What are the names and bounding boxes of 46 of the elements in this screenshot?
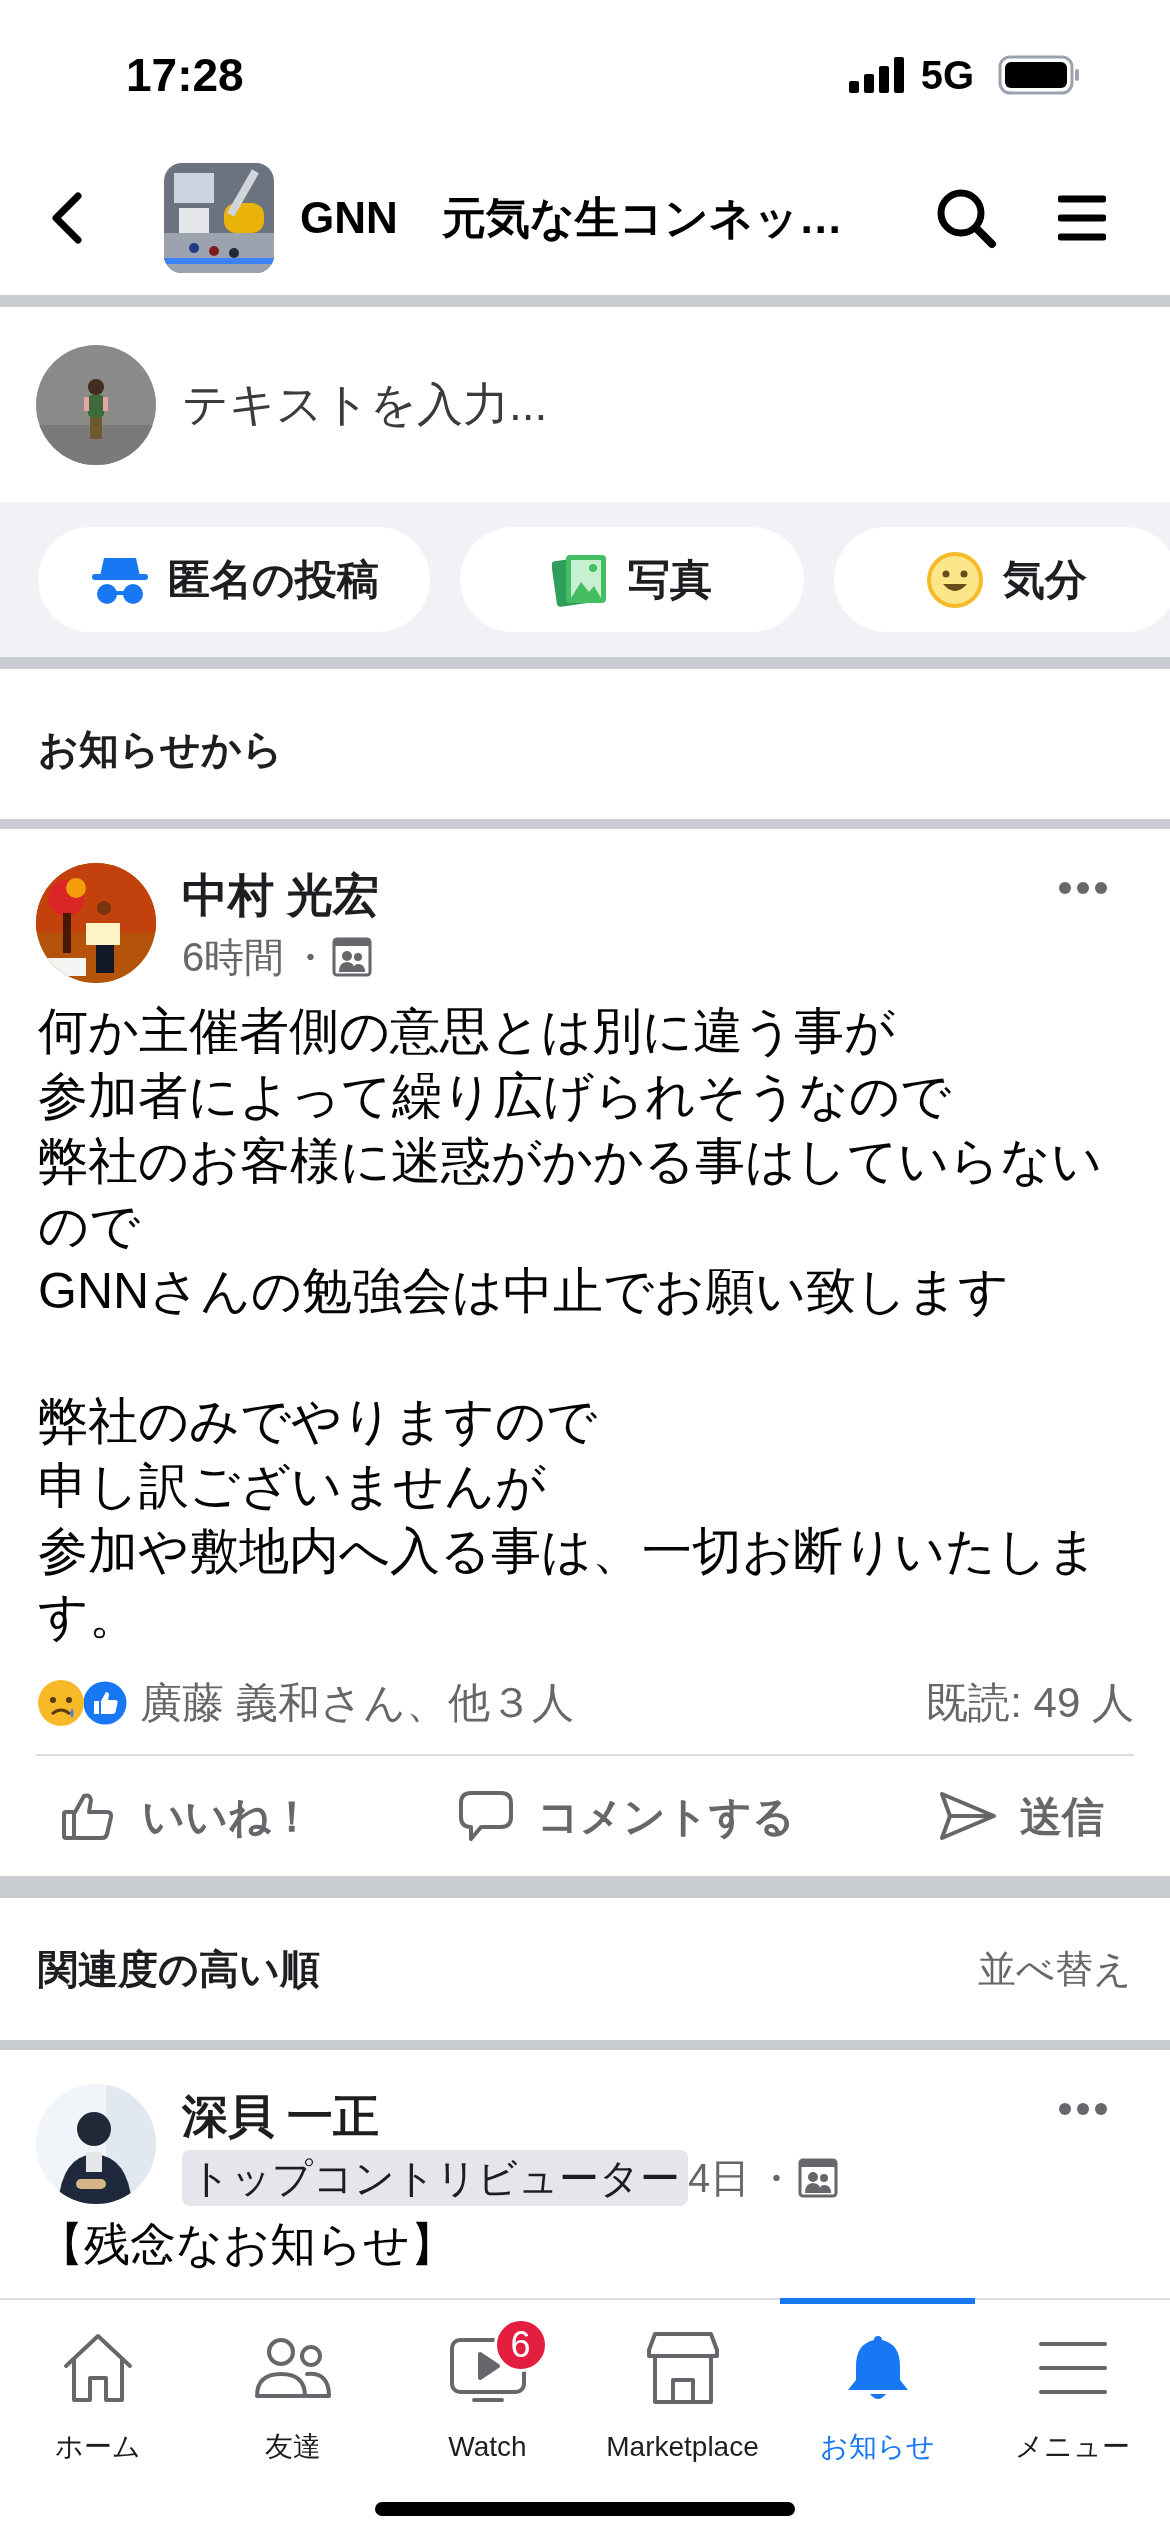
post-text: 【残念なお知らせ】: [37, 2217, 457, 2272]
post-text-line: 何か主催者側の意思とは別に違う事が: [38, 1002, 896, 1061]
network-label: 5G: [920, 52, 974, 99]
photo-button[interactable]: 写真: [460, 527, 804, 632]
post-text-line: 申し訳ございませんが: [38, 1457, 547, 1516]
sort-button[interactable]: 並べ替え: [978, 1940, 1132, 1998]
post-time: 4日: [688, 2155, 751, 2202]
section-heading: 関連度の高い順: [38, 1946, 320, 1993]
separator-dot: ・: [756, 2155, 797, 2202]
back-icon[interactable]: [50, 191, 84, 244]
send-button[interactable]: 送信: [938, 1784, 1104, 1848]
home-tab[interactable]: ホーム: [0, 2298, 195, 2468]
notifications-tab[interactable]: お知らせ: [780, 2298, 975, 2468]
more-options-icon[interactable]: [1058, 881, 1108, 895]
seen-count[interactable]: 既読: 49 人: [926, 1671, 1134, 1734]
battery-icon: [998, 55, 1080, 95]
author-name[interactable]: 深貝 一正: [182, 2084, 1058, 2146]
group-title: GNN 元気な生コンネッ…: [300, 191, 843, 244]
post-text-line: GNNさんの勉強会は中止でお願い致します: [38, 1262, 1011, 1321]
post-text-line: 参加や敷地内へ入る事は、一切お断りいたします。: [38, 1522, 1099, 1646]
author-name[interactable]: 中村 光宏: [182, 863, 1058, 925]
comment-button[interactable]: コメントする: [456, 1784, 795, 1848]
post-text-line: 弊社のお客様に迷惑がかかる事はしていらないので: [38, 1132, 1103, 1256]
friends-tab[interactable]: 友達: [195, 2298, 390, 2468]
menu-tab[interactable]: メニュー: [975, 2298, 1170, 2468]
separator-dot: ・: [290, 934, 331, 981]
marketplace-tab[interactable]: Marketplace: [585, 2298, 780, 2468]
members-icon: [332, 937, 373, 977]
like-button[interactable]: いいね！: [60, 1784, 313, 1848]
notification-badge: 6: [493, 2318, 548, 2372]
members-icon: [798, 2158, 839, 2198]
feeling-button[interactable]: 気分: [834, 527, 1170, 632]
post-text-line: 弊社のみでやりますので: [38, 1392, 598, 1451]
section-heading: お知らせから: [38, 726, 283, 773]
post-time: 6時間: [182, 934, 285, 981]
anonymous-post-button[interactable]: 匿名の投稿: [38, 527, 430, 632]
status-time: 17:28: [126, 47, 244, 103]
post-input-field[interactable]: テキストを入力...: [182, 370, 1170, 439]
sad-face-icon: [36, 1677, 86, 1728]
more-options-icon[interactable]: [1058, 2102, 1108, 2116]
smiley-icon: [925, 549, 985, 610]
contributor-badge: トップコントリビューター: [182, 2150, 688, 2206]
watch-tab[interactable]: 6 Watch: [390, 2298, 585, 2468]
reactors-text[interactable]: 廣藤 義和さん、他３人: [140, 1671, 574, 1734]
post-text-line: 参加者によって繰り広げられそうなので: [38, 1067, 952, 1126]
signal-icon: [848, 57, 907, 93]
